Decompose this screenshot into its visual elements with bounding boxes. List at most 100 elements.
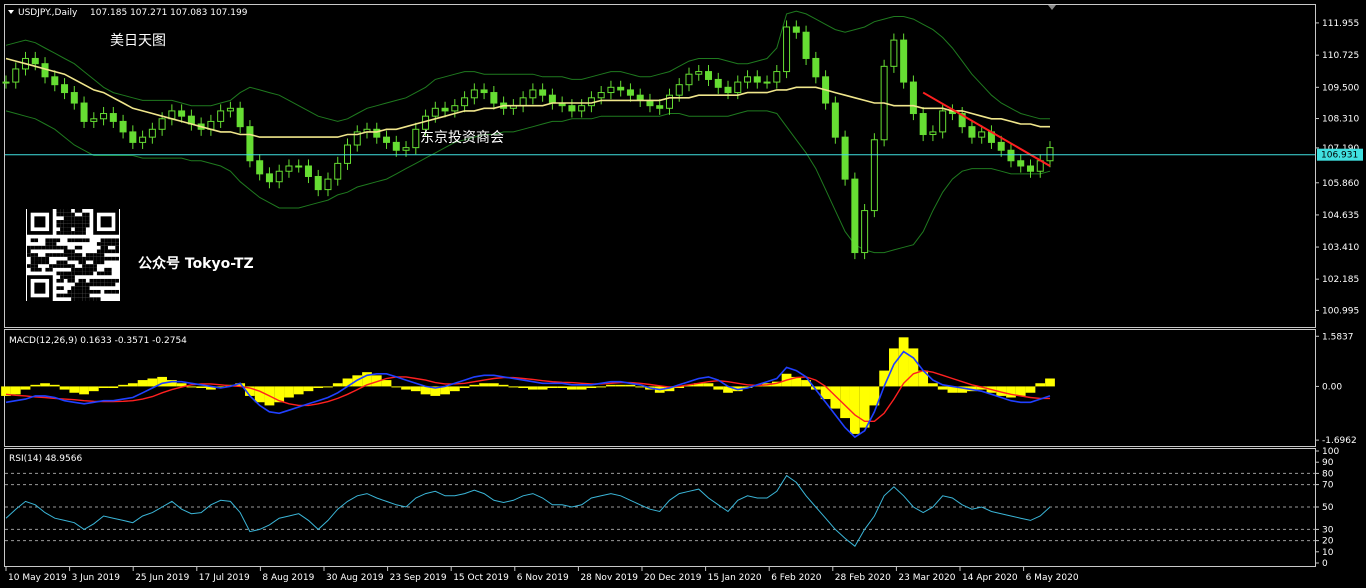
qr-module — [60, 278, 64, 283]
qr-module — [100, 238, 105, 243]
qr-module — [100, 282, 105, 287]
qr-module — [82, 260, 86, 265]
qr-module — [74, 282, 79, 287]
qr-module — [85, 238, 90, 243]
qr-module — [71, 238, 75, 243]
qr-module — [63, 216, 68, 221]
candle-body — [109, 113, 117, 122]
macd-histogram-bar — [401, 386, 411, 390]
price-tick-label: 111.955 — [1322, 19, 1359, 29]
shift-marker-icon[interactable] — [1048, 5, 1056, 10]
qr-module — [67, 275, 72, 279]
macd-tick-label: 0.00 — [1322, 382, 1342, 392]
qr-module — [60, 212, 64, 217]
candle-body — [539, 89, 547, 96]
date-tick-label: 28 Feb 2020 — [835, 573, 891, 583]
symbol-dropdown-icon[interactable] — [8, 10, 14, 14]
candle-body — [334, 162, 342, 180]
qr-module — [30, 267, 35, 272]
macd-histogram-bar — [479, 383, 489, 387]
date-tick-label: 6 Feb 2020 — [771, 573, 822, 583]
symbol-label[interactable]: USDJPY.,Daily — [18, 8, 78, 18]
macd-histogram-bar — [147, 378, 158, 387]
qr-module — [74, 220, 79, 224]
qr-module — [56, 245, 61, 250]
candle-body — [831, 102, 839, 138]
qr-module — [93, 256, 97, 261]
macd-histogram-bar — [576, 386, 587, 390]
qr-module — [85, 264, 90, 268]
qr-module — [38, 245, 42, 250]
qr-module — [56, 264, 61, 268]
candle-body — [402, 147, 410, 151]
qr-module — [78, 271, 83, 276]
candle-body — [470, 89, 478, 99]
qr-module — [45, 242, 50, 246]
qr-module — [82, 238, 86, 243]
qr-module — [56, 278, 61, 283]
qr-module — [96, 242, 101, 246]
qr-module — [111, 238, 116, 243]
qr-module — [71, 289, 75, 294]
candle-body — [31, 57, 39, 65]
macd-histogram-bar — [127, 383, 138, 387]
qr-module — [74, 289, 79, 294]
qr-module — [89, 278, 94, 283]
candle-body — [861, 210, 869, 254]
candle-body — [734, 81, 742, 94]
qr-module — [96, 278, 101, 283]
qr-module — [93, 264, 97, 268]
qr-module — [63, 253, 68, 257]
qr-module — [60, 253, 64, 257]
qr-module — [63, 223, 68, 228]
qr-module — [67, 238, 72, 243]
qr-module — [74, 238, 79, 243]
qr-module — [49, 253, 53, 257]
candle-body — [256, 160, 264, 175]
date-tick-label: 30 Aug 2019 — [326, 573, 384, 583]
price-tick-label: 110.725 — [1322, 51, 1359, 61]
qr-module — [71, 286, 75, 290]
candle-body — [285, 165, 293, 172]
macd-histogram-bar — [313, 386, 324, 388]
rsi-tick-label: 100 — [1322, 447, 1339, 457]
macd-histogram-bar — [625, 384, 636, 387]
qr-module — [78, 238, 83, 243]
candle-body — [139, 136, 147, 143]
qr-module — [56, 212, 61, 217]
qr-module — [82, 231, 86, 235]
macd-histogram-bar — [547, 386, 558, 388]
qr-module — [82, 212, 86, 217]
qr-module — [82, 282, 86, 287]
qr-module — [100, 271, 105, 276]
qr-module — [45, 253, 50, 257]
macd-histogram-bar — [254, 386, 265, 403]
candle-body — [80, 102, 88, 122]
qr-module — [60, 275, 64, 279]
qr-module — [67, 231, 72, 235]
qr-module — [71, 256, 75, 261]
qr-module — [67, 289, 72, 294]
qr-module — [41, 245, 46, 250]
qr-module — [107, 271, 112, 276]
candle-body — [2, 81, 10, 84]
qr-module — [60, 220, 64, 224]
macd-histogram-bar — [88, 386, 99, 392]
candle-body — [978, 131, 986, 138]
rsi-plot — [5, 472, 1315, 547]
qr-module — [71, 267, 75, 272]
qr-module — [78, 282, 83, 287]
qr-module — [49, 264, 53, 268]
rsi-tick-label: 80 — [1322, 469, 1334, 479]
qr-module — [115, 245, 119, 250]
qr-module — [49, 242, 53, 246]
qr-module — [89, 289, 94, 294]
qr-module — [85, 223, 90, 228]
qr-module — [74, 227, 79, 232]
date-tick-label: 10 May 2019 — [8, 573, 67, 583]
qr-module — [104, 278, 108, 283]
rsi-label: RSI(14) 48.9566 — [9, 454, 82, 464]
price-tick-label: 105.860 — [1322, 179, 1359, 189]
candle-body — [451, 105, 459, 112]
qr-module — [27, 253, 31, 257]
